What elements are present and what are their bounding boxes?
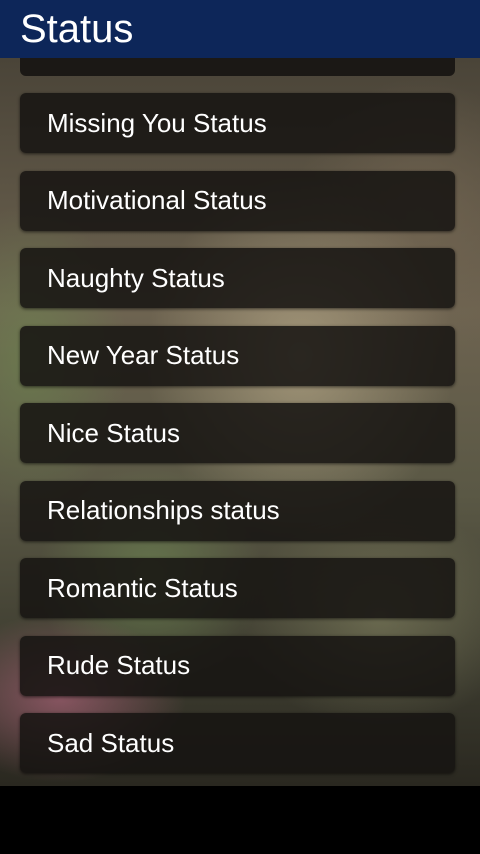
screen: Status Missing You Status Motivational S… <box>0 0 480 854</box>
list-item-partial[interactable] <box>20 58 455 76</box>
list-item-label: Missing You Status <box>47 107 267 138</box>
navigation-bar <box>0 786 480 854</box>
status-list-container[interactable]: Missing You Status Motivational Status N… <box>0 58 480 786</box>
list-item-label: Motivational Status <box>47 185 267 215</box>
list-item-motivational-status[interactable]: Motivational Status <box>20 170 455 231</box>
list-item-nice-status[interactable]: Nice Status <box>20 403 455 463</box>
list-item-romantic-status[interactable]: Romantic Status <box>20 558 455 618</box>
list-item-relationships-status[interactable]: Relationships status <box>20 480 455 541</box>
list-item-label: New Year Status <box>47 340 240 370</box>
list-item-missing-you-status[interactable]: Missing You Status <box>20 93 455 153</box>
list-item-label: Relationships status <box>47 495 280 525</box>
list-item-sad-status[interactable]: Sad Status <box>20 713 455 773</box>
list-item-label: Romantic Status <box>47 572 238 603</box>
list-item-label: Rude Status <box>47 650 191 680</box>
app-bar: Status <box>0 0 480 58</box>
list-item-label: Naughty Status <box>47 262 225 293</box>
page-title: Status <box>20 7 134 51</box>
list-item-label: Sad Status <box>47 727 175 758</box>
list-item-label: Nice Status <box>47 417 180 448</box>
list-item-rude-status[interactable]: Rude Status <box>20 635 455 696</box>
list-item-new-year-status[interactable]: New Year Status <box>20 325 455 386</box>
list-item-naughty-status[interactable]: Naughty Status <box>20 248 455 308</box>
status-category-list: Missing You Status Motivational Status N… <box>20 93 455 786</box>
